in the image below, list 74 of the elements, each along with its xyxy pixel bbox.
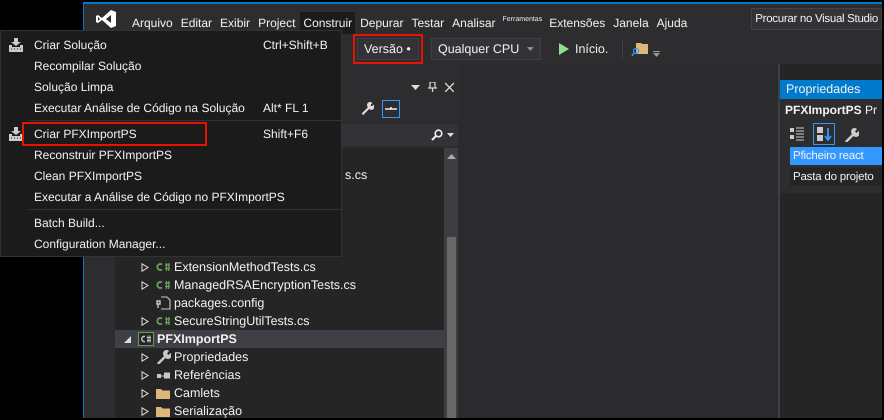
play-icon xyxy=(559,43,569,55)
menu-item[interactable]: Executar Análise de Código na Solução xyxy=(34,98,257,116)
preview-icon[interactable] xyxy=(382,100,400,118)
menu-item[interactable]: Ajuda xyxy=(654,12,690,34)
build-icon xyxy=(8,36,24,52)
expander-icon[interactable] xyxy=(141,388,149,398)
expander-icon[interactable] xyxy=(141,280,149,290)
search-icon xyxy=(431,129,443,141)
tree-item[interactable]: Referências xyxy=(174,368,241,382)
close-icon[interactable] xyxy=(445,82,454,92)
start-button[interactable]: Início. xyxy=(553,42,614,56)
folder-icon xyxy=(155,404,171,418)
logo-icon xyxy=(95,9,117,29)
tree-item[interactable]: Camlets xyxy=(174,386,220,400)
menu-item[interactable]: Testar xyxy=(408,12,448,34)
scrollbar[interactable] xyxy=(444,148,458,418)
pin-icon[interactable] xyxy=(428,82,437,92)
menu-item[interactable]: Criar PFXImportPS xyxy=(24,124,205,144)
scroll-thumb[interactable] xyxy=(446,237,456,418)
expander-icon[interactable] xyxy=(141,262,149,272)
shortcut-text: Alt* FL 1 xyxy=(263,100,309,114)
panel-title: Propriedades xyxy=(780,80,882,99)
folder-icon xyxy=(155,386,171,400)
menu-item[interactable]: Recompilar Solução xyxy=(34,56,257,74)
wrench-icon[interactable] xyxy=(360,102,374,116)
menu-item[interactable]: Solução Limpa xyxy=(34,78,257,96)
menu-item[interactable]: Editar xyxy=(178,12,216,34)
expander-icon[interactable] xyxy=(124,334,132,344)
build-icon xyxy=(8,126,24,142)
menu-item[interactable]: Executar a Análise de Código no PFXImportPS xyxy=(34,188,285,206)
caret-icon xyxy=(527,47,534,51)
folder-search-icon[interactable] xyxy=(631,41,650,57)
menu-item[interactable]: Batch Build... xyxy=(34,214,257,232)
csharp-file-icon xyxy=(156,280,171,290)
menu-item[interactable]: Janela xyxy=(610,12,652,34)
tree-item[interactable]: Serialização xyxy=(174,404,242,418)
expander-icon[interactable] xyxy=(141,352,149,362)
csharp-file-icon xyxy=(156,262,171,272)
tree-item[interactable]: PFXImportPS xyxy=(115,330,444,348)
tree-item[interactable]: ExtensionMethodTests.cs xyxy=(174,260,316,274)
search-field[interactable]: Procurar no Visual Studio xyxy=(751,8,882,30)
project-icon xyxy=(138,332,154,346)
scroll-up-icon[interactable] xyxy=(446,154,456,159)
menu-item[interactable]: Exibir xyxy=(217,12,254,34)
tree-item[interactable]: SecureStringUtilTests.cs xyxy=(174,314,310,328)
menu-item[interactable]: Configuration Manager... xyxy=(34,234,257,252)
expander-icon[interactable] xyxy=(141,370,149,380)
caret-icon xyxy=(447,133,454,137)
csharp-file-icon xyxy=(156,316,171,326)
expander-icon[interactable] xyxy=(141,406,149,416)
config-file-icon xyxy=(155,296,171,310)
tree-item[interactable]: Propriedades xyxy=(174,350,248,364)
overflow-icon[interactable] xyxy=(653,51,660,57)
menu-item[interactable]: Clean PFXImportPS xyxy=(34,166,257,184)
dropdown[interactable]: Versão • xyxy=(357,38,419,60)
dropdown[interactable]: Qualquer CPU xyxy=(431,38,541,60)
shortcut-text: Ctrl+Shift+B xyxy=(263,38,328,52)
object-type: Pr xyxy=(865,103,878,117)
dropdown-icon[interactable] xyxy=(411,82,420,92)
menu-item[interactable]: Depurar xyxy=(357,12,406,34)
wrench-icon xyxy=(155,350,171,364)
sort-button[interactable] xyxy=(813,123,835,145)
tree-item[interactable]: packages.config xyxy=(174,296,264,310)
property-row[interactable]: Pasta do projeto xyxy=(790,168,882,186)
menu-item[interactable]: Project xyxy=(255,12,298,34)
menu-item[interactable]: Reconstruir PFXImportPS xyxy=(34,146,257,164)
menu-item[interactable]: Arquivo xyxy=(129,12,176,34)
expander-icon[interactable] xyxy=(141,316,149,326)
menu-item[interactable]: Analisar xyxy=(449,12,499,34)
menu-item[interactable]: Extensões xyxy=(546,12,608,34)
shortcut-text: Shift+F6 xyxy=(263,126,308,140)
object-name: PFXImportPS xyxy=(785,103,862,117)
tree-item[interactable]: ManagedRSAEncryptionTests.cs xyxy=(174,278,356,292)
menu-item[interactable]: Criar Solução xyxy=(34,36,257,54)
